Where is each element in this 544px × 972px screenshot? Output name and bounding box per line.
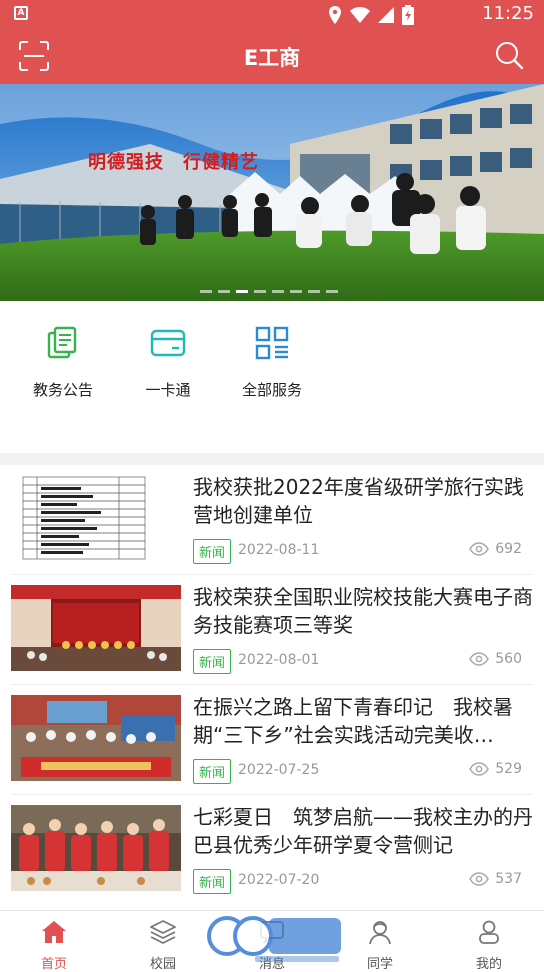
- news-date: 2022-07-25: [238, 762, 320, 778]
- grid-icon: [255, 326, 289, 360]
- news-date: 2022-08-11: [238, 542, 320, 558]
- banner-slogan: 明德强技 行健精艺: [88, 152, 259, 173]
- app-title: E工商: [243, 46, 301, 70]
- news-thumbnail: [11, 695, 181, 781]
- wifi-icon: [350, 7, 370, 23]
- eye-icon: [469, 872, 490, 886]
- quick-link-card[interactable]: 一卡通: [118, 325, 218, 400]
- status-bar: A 11:25: [0, 0, 544, 28]
- tab-home[interactable]: 首页: [14, 919, 94, 972]
- news-views: 692: [469, 541, 522, 557]
- section-divider: [0, 453, 544, 465]
- document-icon: [47, 326, 77, 359]
- news-title: 我校获批2022年度省级研学旅行实践营地创建单位: [193, 475, 524, 527]
- classmates-icon: [369, 921, 391, 945]
- news-tag: 新闻: [193, 869, 232, 894]
- location-icon: [329, 6, 341, 24]
- news-title: 七彩夏日 筑梦启航——我校主办的丹巴县优秀少年研学夏令营侧记: [193, 805, 533, 857]
- tab-campus[interactable]: 校园: [123, 919, 203, 972]
- card-icon: [150, 329, 186, 357]
- carousel-dot-active: [236, 290, 248, 293]
- news-item[interactable]: 七彩夏日 筑梦启航——我校主办的丹巴县优秀少年研学夏令营侧记 新闻 2022-0…: [0, 795, 544, 905]
- eye-icon: [469, 652, 490, 666]
- news-thumbnail: [11, 805, 181, 891]
- news-item[interactable]: 在振兴之路上留下青春印记 我校暑期“三下乡”社会实践活动完美收… 新闻 2022…: [0, 685, 544, 795]
- tab-label: 首页: [40, 957, 67, 972]
- tab-label: 同学: [366, 957, 393, 972]
- banner-carousel[interactable]: 明德强技 行健精艺: [0, 84, 544, 301]
- signal-icon: [378, 7, 394, 23]
- status-time: 11:25: [482, 3, 534, 24]
- carousel-dot: [272, 290, 284, 293]
- banner-image: [0, 84, 544, 301]
- tab-classmates[interactable]: 同学: [340, 919, 420, 972]
- news-view-count: 560: [495, 651, 522, 667]
- app-bar: E工商: [0, 28, 544, 84]
- carousel-dot: [308, 290, 320, 293]
- news-date: 2022-08-01: [238, 652, 320, 668]
- quick-link-all-services[interactable]: 全部服务: [222, 325, 322, 400]
- search-icon[interactable]: [494, 40, 524, 70]
- carousel-dot: [200, 290, 212, 293]
- status-icons: [328, 5, 414, 25]
- eye-icon: [469, 542, 490, 556]
- news-title: 我校荣获全国职业院校技能大赛电子商务技能赛项三等奖: [193, 585, 533, 637]
- carousel-dot: [254, 290, 266, 293]
- news-item[interactable]: 我校获批2022年度省级研学旅行实践营地创建单位 新闻 2022-08-11 6…: [0, 465, 544, 575]
- quick-services: 教务公告 一卡通 全部服务: [0, 301, 544, 453]
- news-tag: 新闻: [193, 539, 232, 564]
- news-view-count: 537: [495, 871, 522, 887]
- quick-link-label: 一卡通: [145, 381, 191, 399]
- quick-link-label: 全部服务: [241, 381, 302, 399]
- news-views: 560: [469, 651, 522, 667]
- news-views: 529: [469, 761, 522, 777]
- carousel-dot: [290, 290, 302, 293]
- layers-icon: [150, 920, 176, 944]
- app-notification-icon: A: [14, 6, 28, 20]
- tab-label: 校园: [149, 957, 176, 972]
- quick-link-announcements[interactable]: 教务公告: [13, 325, 113, 400]
- news-views: 537: [469, 871, 522, 887]
- news-tag: 新闻: [193, 759, 232, 784]
- home-icon: [42, 921, 66, 943]
- watermark-logo: [207, 916, 341, 962]
- news-view-count: 529: [495, 761, 522, 777]
- carousel-dot: [326, 290, 338, 293]
- news-title: 在振兴之路上留下青春印记 我校暑期“三下乡”社会实践活动完美收…: [193, 695, 513, 747]
- news-item[interactable]: 我校荣获全国职业院校技能大赛电子商务技能赛项三等奖 新闻 2022-08-01 …: [0, 575, 544, 685]
- battery-icon: [402, 5, 414, 25]
- carousel-indicator: [200, 290, 338, 293]
- quick-link-label: 教务公告: [32, 381, 93, 399]
- news-view-count: 692: [495, 541, 522, 557]
- profile-icon: [479, 920, 499, 944]
- tab-profile[interactable]: 我的: [449, 919, 529, 972]
- tab-label: 我的: [475, 957, 502, 972]
- carousel-dot: [218, 290, 230, 293]
- news-thumbnail: [11, 585, 181, 671]
- news-tag: 新闻: [193, 649, 232, 674]
- eye-icon: [469, 762, 490, 776]
- news-date: 2022-07-20: [238, 872, 320, 888]
- news-thumbnail: [11, 475, 181, 561]
